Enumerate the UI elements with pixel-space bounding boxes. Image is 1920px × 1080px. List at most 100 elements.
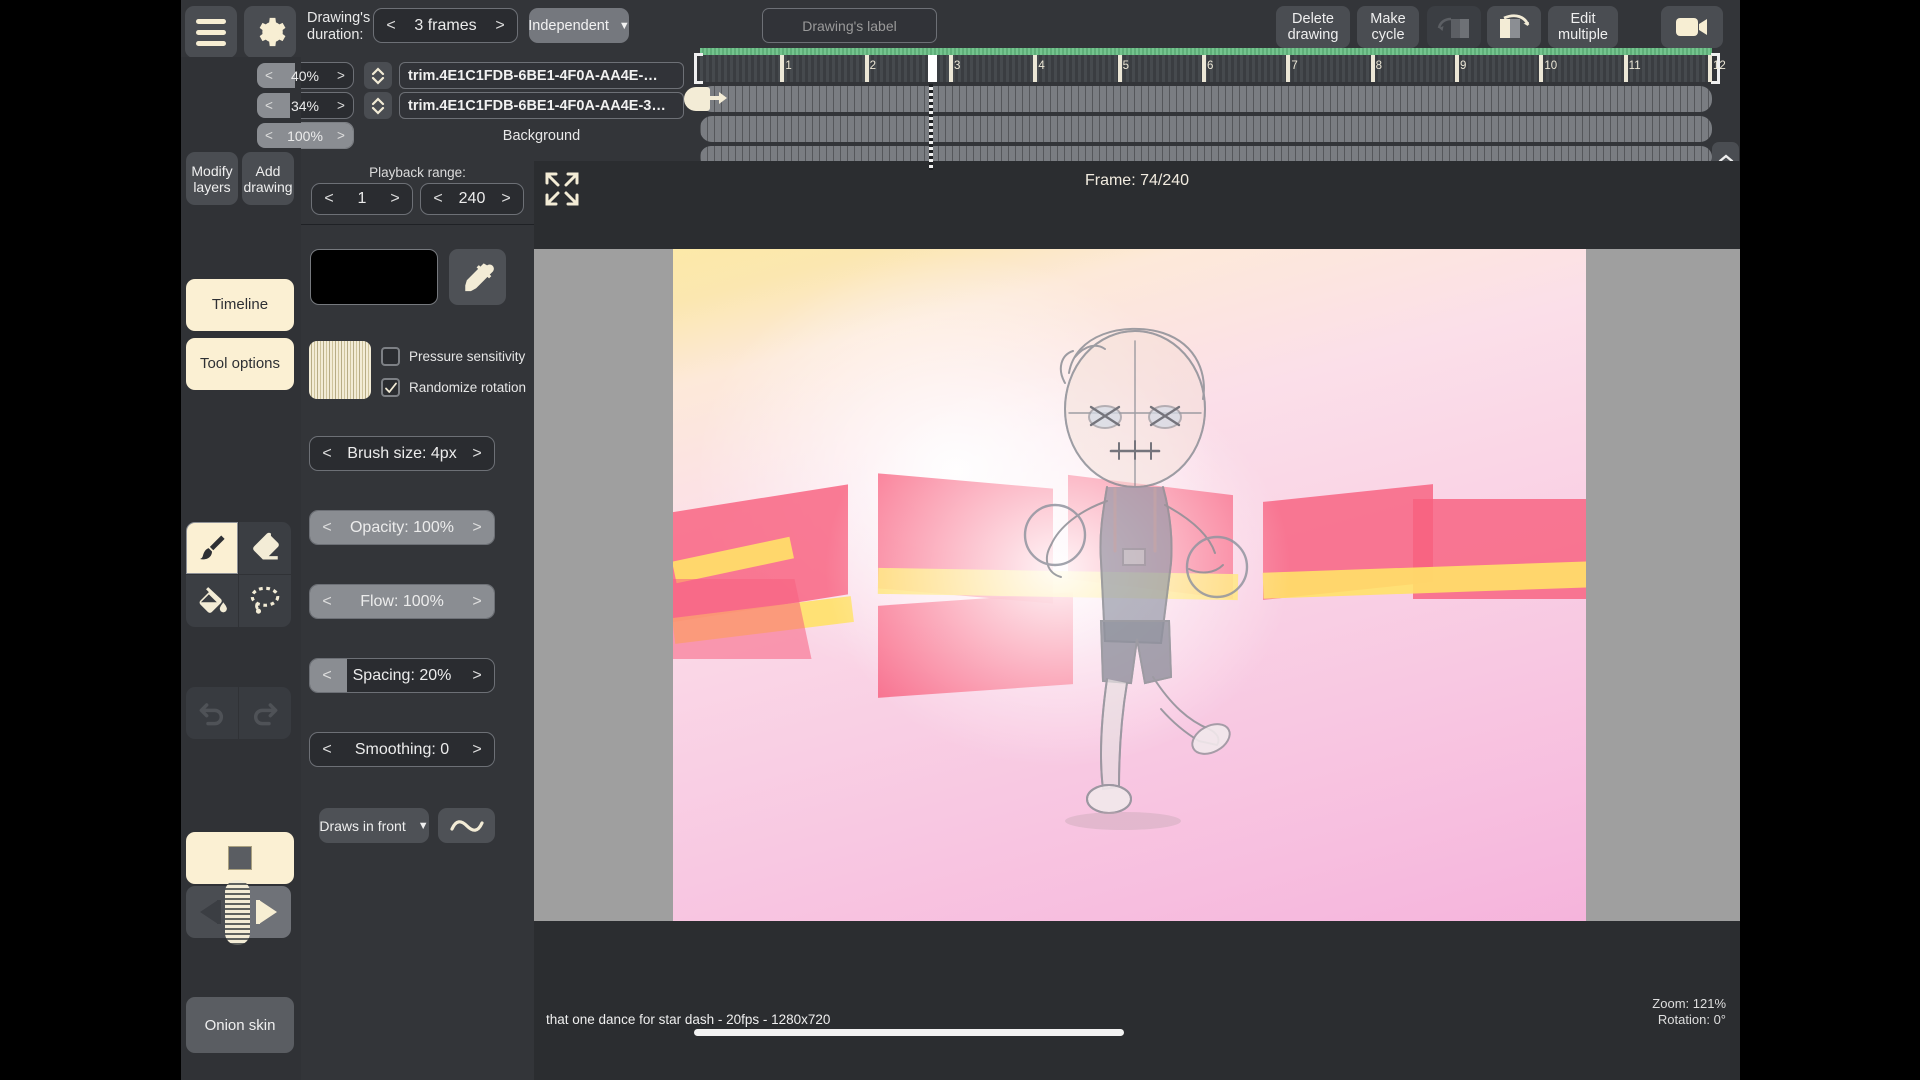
randomize-rotation-label: Randomize rotation <box>409 380 527 395</box>
duration-decrement[interactable]: < <box>374 17 408 35</box>
playback-end-decrement[interactable]: < <box>421 190 455 208</box>
frame-scrubber-handle[interactable] <box>225 880 250 945</box>
drawing-duration-stepper[interactable]: < 3 frames > <box>373 8 518 43</box>
timeline-tick <box>949 55 953 82</box>
smoothing-slider[interactable]: < Smoothing: 0 > <box>309 732 495 767</box>
video-camera-icon[interactable] <box>1661 6 1723 48</box>
tab-timeline[interactable]: Timeline <box>186 279 294 331</box>
spacing-slider[interactable]: < Spacing: 20% > <box>309 658 495 693</box>
duration-increment[interactable]: > <box>483 17 517 35</box>
smoothing-increment[interactable]: > <box>460 741 494 759</box>
playhead-line[interactable] <box>929 84 933 170</box>
delete-drawing-button[interactable]: Delete drawing <box>1276 6 1350 48</box>
brush-size-text: Brush size: 4px <box>344 445 460 463</box>
randomize-rotation-checkbox-row[interactable]: Randomize rotation <box>381 378 526 397</box>
eyedropper-icon[interactable] <box>449 249 506 305</box>
layer-opacity-decrement[interactable]: < <box>257 128 281 143</box>
lasso-tool-button[interactable] <box>239 575 291 627</box>
flow-text: Flow: 100% <box>344 593 460 611</box>
hamburger-bar <box>196 18 226 24</box>
layer-row[interactable]: < 40% > trim.4E1C1FDB-6BE1-4F0A-AA4E-… <box>256 62 684 89</box>
layer-name-field[interactable]: trim.4E1C1FDB-6BE1-4F0A-AA4E-… <box>399 62 684 89</box>
layer-opacity-increment[interactable]: > <box>329 98 353 113</box>
layer-opacity-decrement[interactable]: < <box>257 68 281 83</box>
eraser-tool-button[interactable] <box>239 522 291 574</box>
playback-range-start-stepper[interactable]: < 1 > <box>311 183 413 215</box>
brush-size-slider[interactable]: < Brush size: 4px > <box>309 436 495 471</box>
brush-size-increment[interactable]: > <box>460 445 494 463</box>
spacing-increment[interactable]: > <box>460 667 494 685</box>
modify-layers-button[interactable]: Modify layers <box>186 152 238 205</box>
layer-row[interactable]: < 100% > Background <box>256 122 684 149</box>
make-cycle-line2: cycle <box>1371 27 1405 43</box>
randomize-rotation-checkbox[interactable] <box>381 378 400 397</box>
layer-name-field[interactable]: trim.4E1C1FDB-6BE1-4F0A-AA4E-3… <box>399 92 684 119</box>
timeline-ruler[interactable]: 1 2 3 4 5 6 7 8 9 10 11 12 <box>684 46 1729 84</box>
playhead-marker[interactable] <box>928 55 937 82</box>
pressure-sensitivity-checkbox[interactable] <box>381 347 400 366</box>
playback-start-value: 1 <box>357 190 367 207</box>
document-title: that one dance for star dash - 20fps - 1… <box>546 1012 831 1027</box>
pressure-sensitivity-label: Pressure sensitivity <box>409 349 526 364</box>
panel-divider <box>301 224 534 225</box>
brush-stamp-preview[interactable] <box>309 341 371 399</box>
timeline-tick-label: 6 <box>1207 60 1214 72</box>
flip-back-icon[interactable] <box>1427 6 1481 48</box>
layer-opacity-stepper[interactable]: < 34% > <box>256 92 354 119</box>
layer-reorder-handle[interactable] <box>364 92 392 119</box>
playback-start-increment[interactable]: > <box>378 190 412 208</box>
playback-start-decrement[interactable]: < <box>312 190 346 208</box>
range-bracket-left[interactable] <box>694 53 703 84</box>
flip-forward-icon[interactable] <box>1487 6 1541 48</box>
layer-opacity-stepper[interactable]: < 40% > <box>256 62 354 89</box>
horizontal-scrollbar[interactable] <box>694 1029 1124 1036</box>
layer-opacity-increment[interactable]: > <box>329 68 353 83</box>
flow-decrement[interactable]: < <box>310 593 344 611</box>
paint-bucket-icon <box>199 587 227 613</box>
color-swatch[interactable] <box>310 249 438 305</box>
layer-row[interactable]: < 34% > trim.4E1C1FDB-6BE1-4F0A-AA4E-3… <box>256 92 684 119</box>
layer-opacity-increment[interactable]: > <box>329 128 353 143</box>
opacity-decrement[interactable]: < <box>310 519 344 537</box>
interpolation-mode-dropdown[interactable]: Independent ▼ <box>528 8 630 43</box>
flow-increment[interactable]: > <box>460 593 494 611</box>
playback-end-increment[interactable]: > <box>489 190 523 208</box>
redo-button[interactable] <box>239 687 291 739</box>
draw-order-dropdown[interactable]: Draws in front ▼ <box>319 808 429 843</box>
make-cycle-button[interactable]: Make cycle <box>1357 6 1419 48</box>
flow-slider[interactable]: < Flow: 100% > <box>309 584 495 619</box>
smoothing-decrement[interactable]: < <box>310 741 344 759</box>
opacity-slider[interactable]: < Opacity: 100% > <box>309 510 495 545</box>
layer-opacity-decrement[interactable]: < <box>257 98 281 113</box>
gear-icon[interactable] <box>244 6 296 58</box>
eyedropper-icon-svg <box>464 263 494 292</box>
drawing-label-input[interactable]: Drawing's label <box>762 8 937 43</box>
timeline-track-layer1[interactable] <box>700 86 1712 112</box>
stop-playback-button[interactable] <box>186 832 294 884</box>
pressure-sensitivity-checkbox-row[interactable]: Pressure sensitivity <box>381 347 525 366</box>
timeline-tick <box>1370 55 1375 82</box>
tab-tool-options[interactable]: Tool options <box>186 338 294 390</box>
edit-multiple-line1: Edit <box>1570 11 1596 27</box>
timeline[interactable]: 1 2 3 4 5 6 7 8 9 10 11 12 <box>684 46 1740 185</box>
hamburger-menu-icon[interactable] <box>185 6 237 58</box>
edit-multiple-button[interactable]: Edit multiple <box>1548 6 1618 48</box>
artwork-frame[interactable] <box>673 249 1586 921</box>
canvas-area: Frame: 74/240 that one dance for star da… <box>534 161 1740 1080</box>
modify-layers-line1: Modify <box>191 162 233 179</box>
opacity-increment[interactable]: > <box>460 519 494 537</box>
undo-button[interactable] <box>186 687 238 739</box>
layer-reorder-handle[interactable] <box>364 62 392 89</box>
spacing-decrement[interactable]: < <box>310 667 344 685</box>
layer-opacity-stepper[interactable]: < 100% > <box>256 122 354 149</box>
add-drawing-button[interactable]: Add drawing <box>242 152 294 205</box>
onion-skin-button[interactable]: Onion skin <box>186 997 294 1053</box>
wave-line-icon[interactable] <box>438 808 495 843</box>
fill-tool-button[interactable] <box>186 575 238 627</box>
canvas-viewport[interactable] <box>534 249 1740 921</box>
playback-range-end-stepper[interactable]: < 240 > <box>420 183 524 215</box>
spacing-text: Spacing: 20% <box>344 667 460 685</box>
brush-size-decrement[interactable]: < <box>310 445 344 463</box>
brush-tool-button[interactable] <box>186 522 238 574</box>
timeline-track-layer2[interactable] <box>700 116 1712 142</box>
